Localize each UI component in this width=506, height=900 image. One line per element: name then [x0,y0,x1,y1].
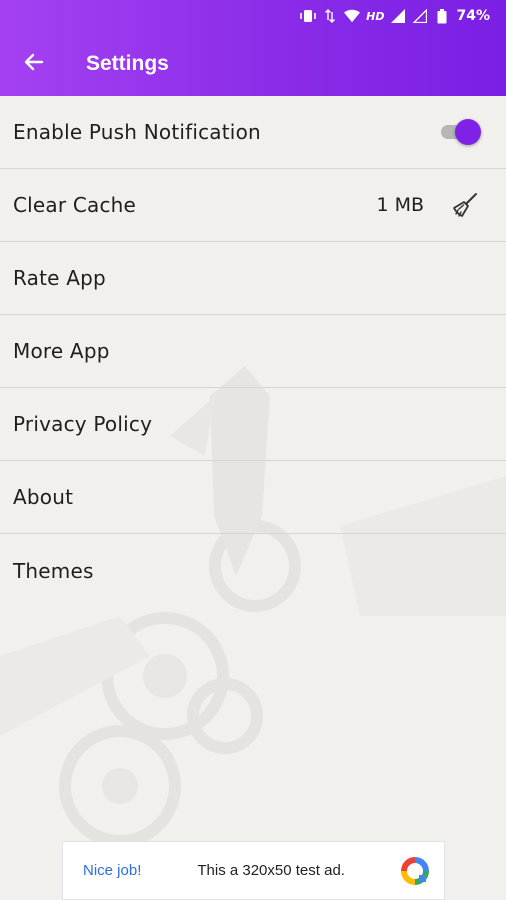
toolbar: Settings [0,32,506,96]
privacy-policy-label: Privacy Policy [13,412,153,436]
signal-empty-icon [412,9,428,23]
broom-icon[interactable] [450,190,480,220]
page-title: Settings [86,52,169,75]
privacy-policy-row[interactable]: Privacy Policy [0,388,506,461]
themes-label: Themes [13,558,94,583]
cache-size: 1 MB [376,194,424,216]
rate-app-label: Rate App [13,266,106,290]
ad-description: This a 320x50 test ad. [197,862,345,879]
wifi-icon [344,9,361,23]
back-button[interactable] [10,40,58,88]
clear-cache-row[interactable]: Clear Cache 1 MB [0,169,506,242]
ad-logo-icon [400,856,430,886]
more-app-row[interactable]: More App [0,315,506,388]
status-bar: HD 74% [0,0,506,32]
about-label: About [13,485,74,509]
battery-percent: 74% [456,8,490,24]
clear-cache-label: Clear Cache [13,193,137,217]
push-notification-label: Enable Push Notification [13,120,261,144]
push-notification-row[interactable]: Enable Push Notification [0,96,506,169]
hd-label: HD [366,9,385,23]
themes-row[interactable]: Themes [0,534,506,607]
test-ad-banner[interactable]: Nice job! This a 320x50 test ad. [62,841,445,900]
data-arrows-icon [322,9,338,23]
arrow-left-icon [22,50,46,78]
vibrate-icon [300,9,316,23]
toggle-thumb [455,119,481,145]
more-app-label: More App [13,339,110,363]
rate-app-row[interactable]: Rate App [0,242,506,315]
ad-nice-text: Nice job! [83,862,142,879]
settings-list: Enable Push Notification Clear Cache 1 M… [0,96,506,607]
signal-icon [390,9,406,23]
app-bar: HD 74% Settings [0,0,506,96]
about-row[interactable]: About [0,461,506,534]
battery-icon [434,8,450,23]
push-notification-toggle[interactable] [439,119,481,145]
